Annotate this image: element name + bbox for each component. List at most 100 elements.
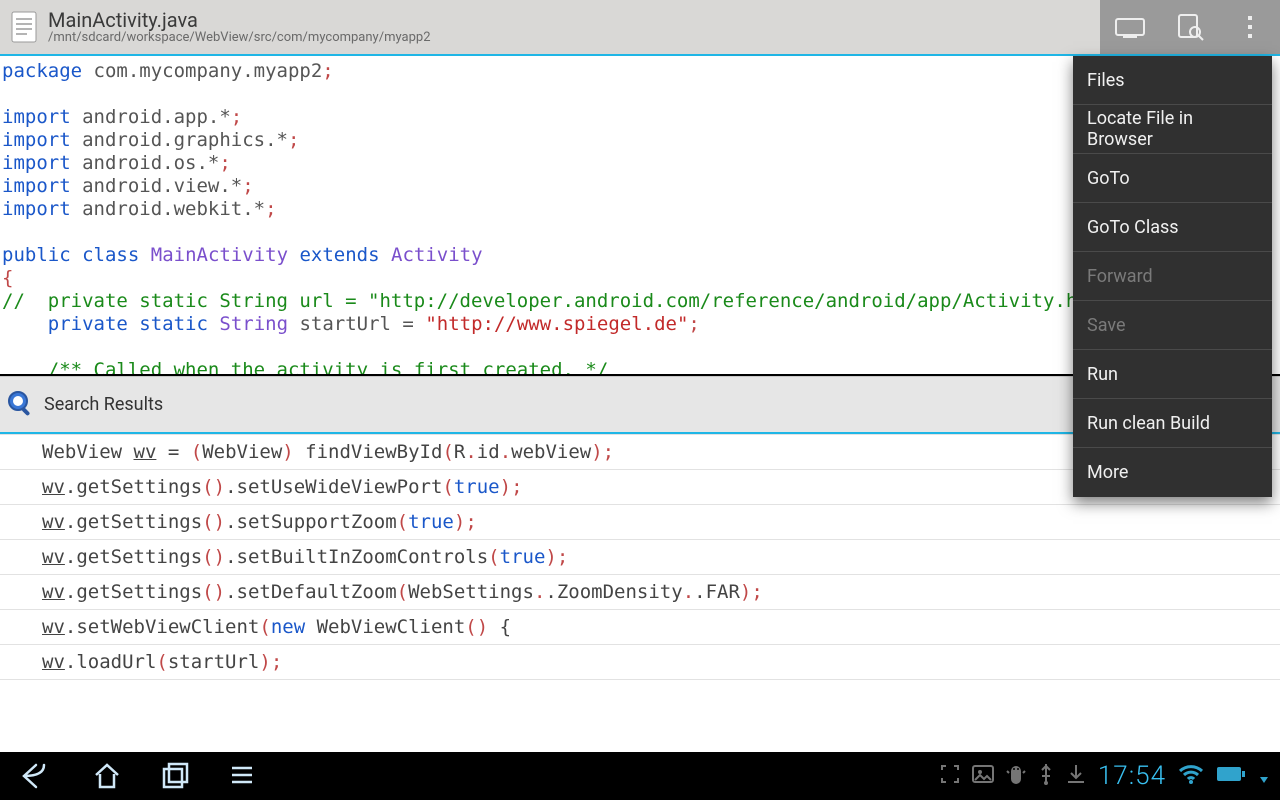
doc-comment: /** Called when the activity is first cr…: [48, 359, 609, 376]
t: ;: [465, 511, 476, 533]
t: .getSettings: [65, 476, 202, 498]
t: .ZoomDensity: [545, 581, 682, 603]
t: webView: [511, 441, 591, 463]
t: ;: [603, 441, 614, 463]
menu-item-label: Forward: [1087, 266, 1153, 287]
t: wv: [42, 546, 65, 568]
t: id: [477, 441, 500, 463]
t: .setUseWideViewPort: [225, 476, 442, 498]
punc: ;: [288, 129, 299, 151]
menu-item-label: Run: [1087, 364, 1118, 385]
kw-import: import: [2, 152, 71, 174]
back-button[interactable]: [20, 761, 54, 791]
android-debug-icon: [1006, 763, 1026, 789]
t: .setSupportZoom: [225, 511, 397, 533]
wifi-icon: [1178, 763, 1204, 789]
t: startUrl: [168, 651, 260, 673]
file-path: /mnt/sdcard/workspace/WebView/src/com/my…: [48, 31, 431, 45]
t: (: [442, 441, 453, 463]
t: .: [465, 441, 476, 463]
t: wv: [134, 441, 157, 463]
menu-item-run[interactable]: Run: [1073, 350, 1272, 399]
t: ): [259, 651, 270, 673]
t: wv: [42, 651, 65, 673]
t: (: [442, 476, 453, 498]
menu-item-run-clean-build[interactable]: Run clean Build: [1073, 399, 1272, 448]
menu-item-label: More: [1087, 462, 1128, 483]
overflow-menu-button[interactable]: [1220, 0, 1280, 54]
system-navbar: 17:54: [0, 752, 1280, 800]
t: WebViewClient: [305, 616, 465, 638]
battery-icon: [1216, 765, 1246, 787]
search-button[interactable]: [1160, 0, 1220, 54]
t: wv: [42, 581, 65, 603]
t: (): [202, 546, 225, 568]
recent-apps-button[interactable]: [160, 761, 190, 791]
search-result-row[interactable]: wv.getSettings().setBuiltInZoomControls(…: [0, 540, 1280, 575]
string-literal: "http://www.spiegel.de": [425, 313, 688, 335]
t: ;: [271, 651, 282, 673]
menu-item-files[interactable]: Files: [1073, 56, 1272, 105]
t: .setWebViewClient: [65, 616, 259, 638]
t: ): [545, 546, 556, 568]
fullscreen-icon: [940, 764, 960, 788]
file-icon: [8, 8, 40, 46]
t: (: [397, 581, 408, 603]
menu-item-more[interactable]: More: [1073, 448, 1272, 497]
punc: ;: [242, 175, 253, 197]
t: (: [488, 546, 499, 568]
punc: ;: [219, 152, 230, 174]
t: .getSettings: [65, 581, 202, 603]
t: (: [259, 616, 270, 638]
menu-item-forward: Forward: [1073, 252, 1272, 301]
kw-class: class: [82, 244, 139, 266]
import-line: android.graphics.*: [71, 129, 288, 151]
t: .getSettings: [65, 546, 202, 568]
menu-item-locate-file[interactable]: Locate File in Browser: [1073, 105, 1272, 154]
menu-button[interactable]: [228, 761, 256, 791]
t: =: [156, 441, 190, 463]
super-name: Activity: [391, 244, 483, 266]
search-result-row[interactable]: wv.setWebViewClient(new WebViewClient() …: [0, 610, 1280, 645]
menu-item-goto-class[interactable]: GoTo Class: [1073, 203, 1272, 252]
kw-import: import: [2, 198, 71, 220]
kw-extends: extends: [299, 244, 379, 266]
search-results-label: Search Results: [44, 394, 163, 415]
t: (): [202, 476, 225, 498]
t: ): [591, 441, 602, 463]
t: .: [534, 581, 545, 603]
kw-import: import: [2, 175, 71, 197]
expand-icon[interactable]: [1258, 763, 1270, 789]
t: ): [282, 441, 293, 463]
t: WebView: [202, 441, 282, 463]
t: wv: [42, 616, 65, 638]
appbar: MainActivity.java /mnt/sdcard/workspace/…: [0, 0, 1280, 54]
import-line: android.app.*: [71, 106, 231, 128]
menu-item-label: GoTo Class: [1087, 217, 1179, 238]
home-button[interactable]: [92, 761, 122, 791]
kw-static: static: [139, 313, 208, 335]
punc: {: [2, 267, 13, 289]
toggle-keyboard-button[interactable]: [1100, 0, 1160, 54]
t: findViewById: [294, 441, 443, 463]
overflow-menu: Files Locate File in Browser GoTo GoTo C…: [1073, 56, 1272, 497]
t: ;: [511, 476, 522, 498]
kw-public: public: [2, 244, 71, 266]
menu-item-label: GoTo: [1087, 168, 1130, 189]
search-result-row[interactable]: wv.getSettings().setSupportZoom(true);: [0, 505, 1280, 540]
search-result-row[interactable]: wv.getSettings().setDefaultZoom(WebSetti…: [0, 575, 1280, 610]
clock[interactable]: 17:54: [1098, 761, 1166, 791]
t: .getSettings: [65, 511, 202, 533]
menu-item-label: Locate File in Browser: [1087, 108, 1258, 150]
t: {: [488, 616, 511, 638]
t: wv: [42, 511, 65, 533]
t: (): [202, 511, 225, 533]
menu-item-label: Files: [1087, 70, 1125, 91]
t: (: [156, 651, 167, 673]
menu-item-goto[interactable]: GoTo: [1073, 154, 1272, 203]
t: ;: [751, 581, 762, 603]
t: (): [465, 616, 488, 638]
search-result-row[interactable]: wv.loadUrl(startUrl);: [0, 645, 1280, 680]
menu-item-label: Save: [1087, 315, 1126, 336]
t: true: [500, 546, 546, 568]
